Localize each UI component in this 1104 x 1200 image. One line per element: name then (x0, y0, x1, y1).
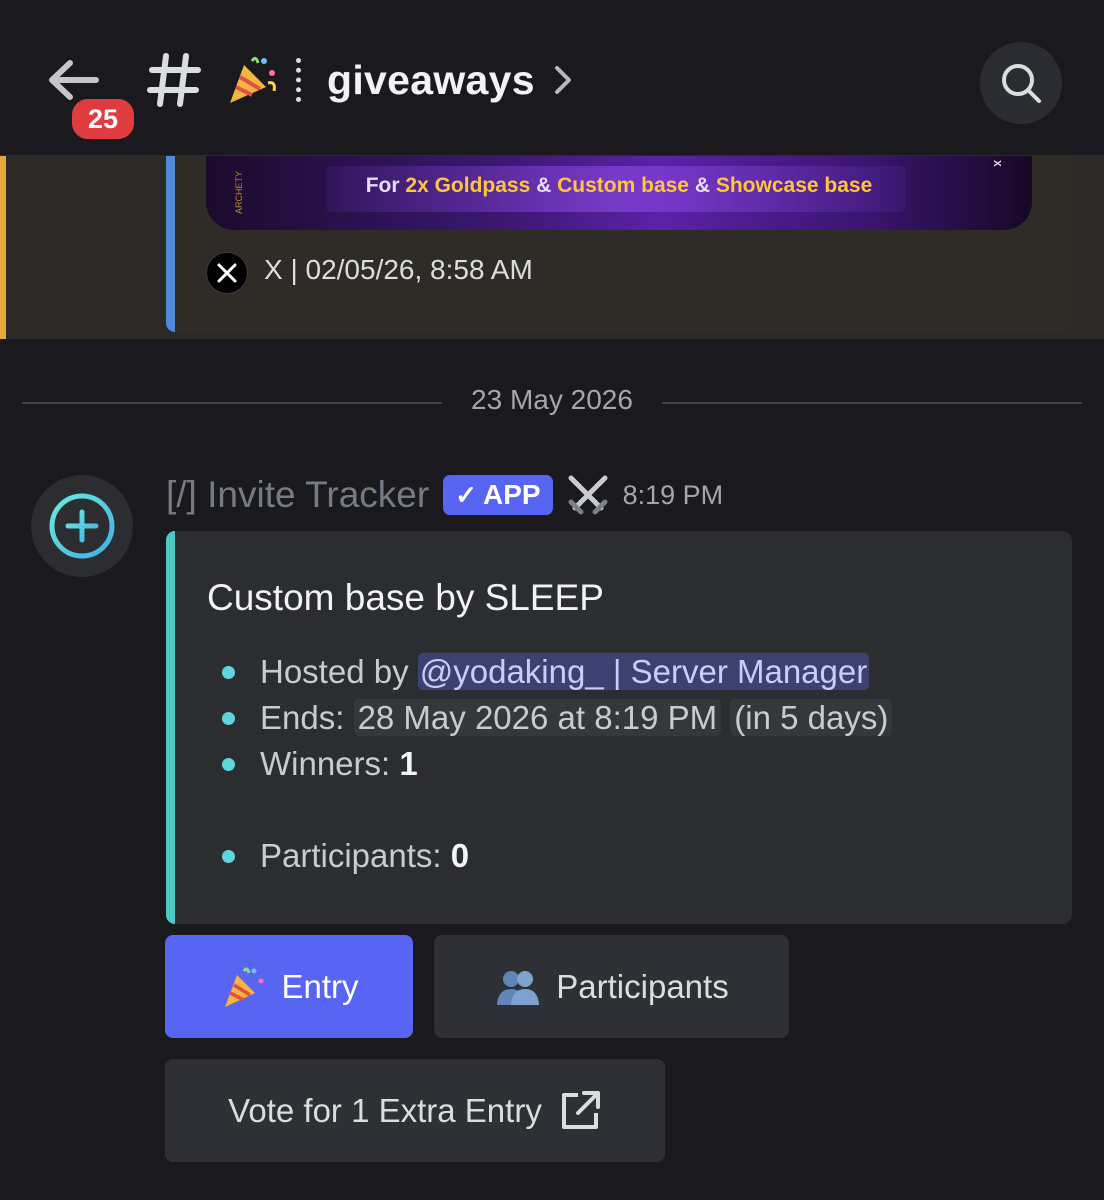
giveaway-embed: Custom base by SLEEP Hosted by @yodaking… (166, 531, 1072, 924)
bullet (222, 758, 235, 771)
x-logo-icon (206, 252, 248, 294)
banner-custom-base: Custom base (557, 174, 689, 197)
winners-label: Winners: (260, 745, 400, 782)
author-name[interactable]: [/] Invite Tracker (166, 474, 429, 516)
ends-relative[interactable]: (in 5 days) (730, 699, 893, 736)
ends-date[interactable]: 28 May 2026 at 8:19 PM (353, 699, 722, 736)
previous-message: ARCHETY For 2x Goldpass & Custom base & … (0, 156, 1104, 339)
invite-tracker-logo-icon (49, 493, 115, 559)
crossed-swords-icon (568, 475, 608, 515)
search-button[interactable] (980, 42, 1062, 124)
participants-label: Participants: (260, 837, 451, 874)
participants-button-label: Participants (556, 967, 729, 1005)
list-item: Hosted by @yodaking_ | Server Manager (216, 649, 892, 695)
entry-button-label: Entry (281, 967, 359, 1005)
divider-date: 23 May 2026 (471, 384, 633, 415)
avatar[interactable] (31, 475, 133, 577)
divider-line (22, 402, 442, 404)
banner-side-text-right: X (991, 160, 1002, 167)
ends-label: Ends: (260, 699, 354, 736)
banner-text: For 2x Goldpass & Custom base & Showcase… (206, 174, 1032, 198)
app-badge: ✓ APP (443, 475, 553, 515)
banner-prefix: For (365, 174, 406, 197)
banner-sep: & (530, 174, 558, 197)
vote-extra-entry-button[interactable]: Vote for 1 Extra Entry (165, 1059, 665, 1162)
mention-highlight-bar (0, 156, 6, 339)
channel-name: giveaways (327, 56, 535, 103)
vote-button-label: Vote for 1 Extra Entry (228, 1091, 542, 1129)
channel-title[interactable]: giveaways (222, 48, 573, 112)
list-item: Participants: 0 (216, 833, 892, 879)
bullet (222, 666, 235, 679)
banner-showcase-base: Showcase base (715, 174, 873, 197)
embed-footer: X | 02/05/26, 8:58 AM (264, 254, 533, 285)
hosted-label: Hosted by (260, 653, 418, 690)
channel-separator (296, 58, 307, 102)
participants-value: 0 (450, 837, 470, 874)
participants-button[interactable]: Participants (434, 935, 789, 1038)
entry-button[interactable]: Entry (165, 935, 413, 1038)
unread-count-badge: 25 (68, 95, 138, 143)
verified-check-icon: ✓ (455, 480, 477, 510)
bullet (222, 850, 235, 863)
giveaway-details-list: Hosted by @yodaking_ | Server Manager En… (216, 649, 893, 879)
date-divider: 23 May 2026 (22, 380, 1082, 424)
busts-icon (497, 970, 540, 1005)
banner-sep: & (689, 174, 716, 197)
link-embed: ARCHETY For 2x Goldpass & Custom base & … (166, 156, 1072, 332)
list-item: Winners: 1 (216, 741, 892, 787)
party-popper-icon (225, 966, 264, 1007)
bullet (222, 712, 235, 725)
embed-accent-bar (166, 531, 175, 924)
banner-goldpass: 2x Goldpass (405, 174, 531, 197)
external-link-icon (561, 1090, 600, 1129)
search-icon (1002, 64, 1041, 103)
party-popper-icon (230, 56, 276, 103)
embed-title: Custom base by SLEEP (207, 577, 604, 618)
message-header: [/] Invite Tracker ✓ APP 8:19 PM (166, 470, 723, 520)
winners-value: 1 (399, 745, 418, 782)
message-timestamp: 8:19 PM (622, 479, 724, 510)
divider-line (662, 402, 1082, 404)
app-badge-label: APP (483, 479, 541, 510)
embed-accent-bar (166, 156, 175, 332)
list-item: Ends: 28 May 2026 at 8:19 PM (in 5 days) (216, 695, 893, 741)
chevron-right-icon (554, 66, 571, 94)
embed-banner-image[interactable]: ARCHETY For 2x Goldpass & Custom base & … (206, 156, 1032, 230)
channel-header: 25 giveaways (0, 0, 1104, 156)
host-mention[interactable]: @yodaking_ | Server Manager (417, 653, 870, 690)
hash-icon (147, 53, 201, 107)
